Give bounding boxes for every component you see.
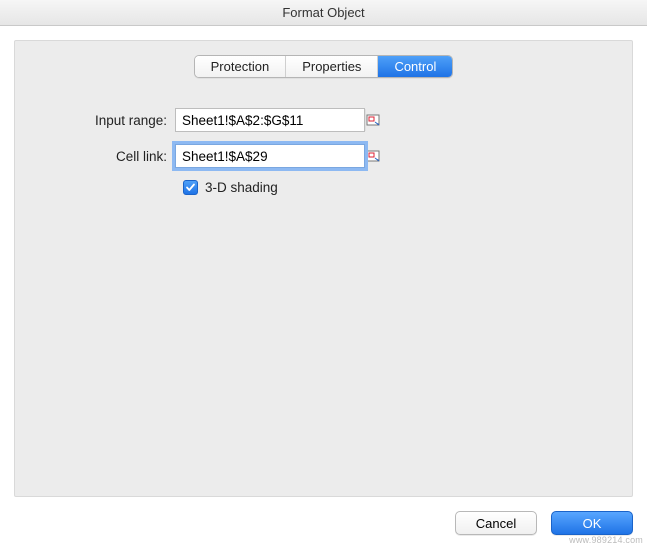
dialog-content: Protection Properties Control Input rang…	[14, 40, 633, 497]
cell-link-field[interactable]	[176, 149, 365, 164]
label-input-range: Input range:	[55, 113, 175, 128]
tab-protection[interactable]: Protection	[195, 56, 287, 77]
input-range-field-wrap	[175, 108, 365, 132]
row-3d-shading: 3-D shading	[183, 180, 632, 195]
cancel-button[interactable]: Cancel	[455, 511, 537, 535]
ok-button[interactable]: OK	[551, 511, 633, 535]
label-3d-shading: 3-D shading	[205, 180, 278, 195]
label-cell-link: Cell link:	[55, 149, 175, 164]
titlebar: Format Object	[0, 0, 647, 26]
input-range-field[interactable]	[176, 113, 365, 128]
row-cell-link: Cell link:	[55, 144, 632, 168]
cell-link-field-wrap	[175, 144, 365, 168]
range-picker-icon[interactable]	[365, 109, 380, 131]
tab-bar: Protection Properties Control	[15, 55, 632, 78]
dialog-footer: Cancel OK	[455, 511, 633, 535]
watermark: www.989214.com	[569, 535, 643, 545]
range-picker-icon[interactable]	[365, 145, 380, 167]
window-title: Format Object	[282, 5, 364, 20]
tab-properties[interactable]: Properties	[286, 56, 378, 77]
control-form: Input range: Cell link:	[15, 108, 632, 195]
checkbox-3d-shading[interactable]	[183, 180, 198, 195]
segmented-control: Protection Properties Control	[194, 55, 454, 78]
row-input-range: Input range:	[55, 108, 632, 132]
tab-control[interactable]: Control	[378, 56, 452, 77]
